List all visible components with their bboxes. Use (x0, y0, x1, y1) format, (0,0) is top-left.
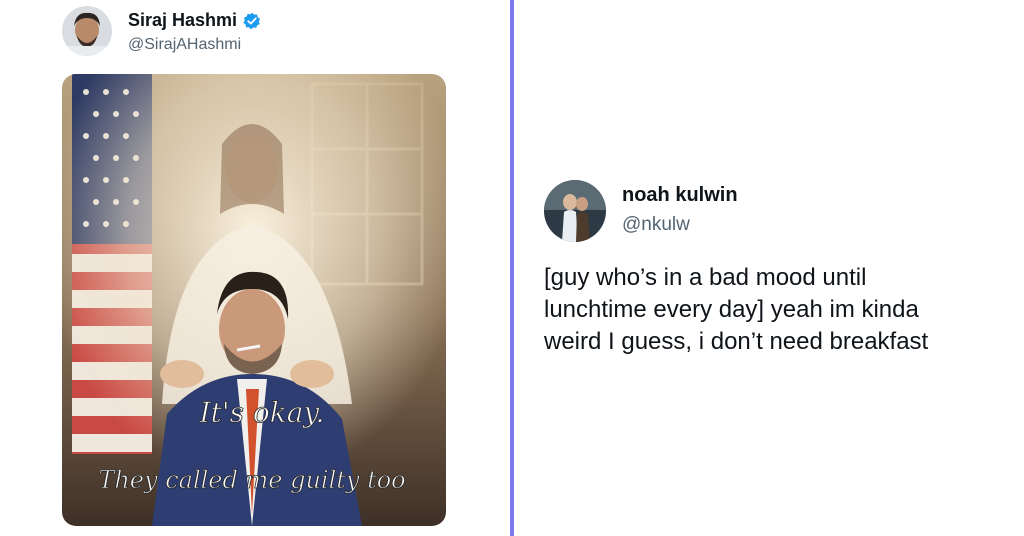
user-handle[interactable]: @nkulw (622, 214, 690, 236)
tweet-text-line: weird I guess, i don’t need breakfast (544, 328, 929, 355)
display-name[interactable]: Siraj Hashmi (128, 10, 261, 31)
tweet-text-line: [guy who’s in a bad mood until (544, 264, 867, 291)
right-tweet-panel: noah kulwin @nkulw [guy who’s in a bad m… (514, 0, 1024, 536)
tweet-text-line: lunchtime every day] yeah im kinda (544, 296, 919, 323)
verified-badge-icon (243, 12, 261, 30)
tweet-text: [guy who’s in a bad mood until lunchtime… (544, 262, 1014, 358)
tweet-image[interactable]: It's okay. They called me guilty too (62, 74, 446, 526)
avatar[interactable] (62, 6, 112, 56)
image-caption-line1: It's okay. (199, 396, 325, 429)
image-caption-line2: They called me guilty too (98, 466, 405, 494)
user-handle[interactable]: @SirajAHashmi (128, 36, 241, 54)
left-tweet-panel: Siraj Hashmi @SirajAHashmi It's okay. Th… (0, 0, 510, 536)
display-name-text: Siraj Hashmi (128, 10, 238, 30)
display-name[interactable]: noah kulwin (622, 184, 738, 207)
avatar[interactable] (544, 180, 606, 242)
